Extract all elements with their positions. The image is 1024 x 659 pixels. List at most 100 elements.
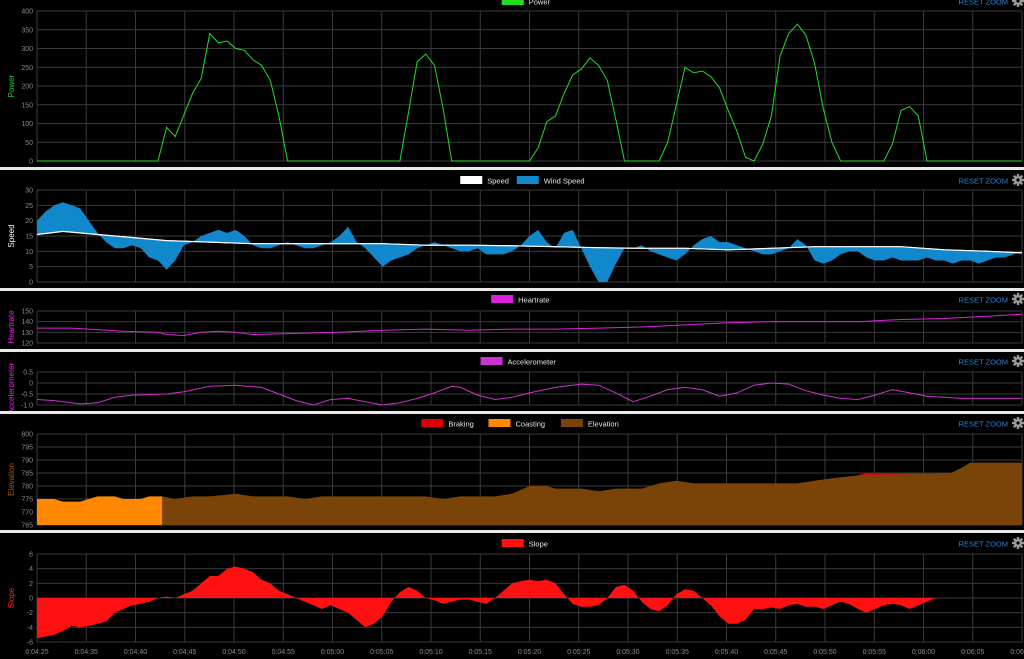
reset-zoom-button[interactable]: RESET ZOOM: [959, 296, 1008, 305]
heartrate-panel: 120 130 140 150 Heartrate Heartrate RESET ZOOM: [7, 293, 1024, 348]
reset-zoom-button[interactable]: RESET ZOOM: [959, 420, 1008, 429]
x-tick-label: 0:05:05: [370, 649, 393, 656]
reset-zoom-button[interactable]: RESET ZOOM: [959, 177, 1008, 186]
accelerometer-panel: -1.0 -0.5 0 0.5 Accelerometer Accelerometer RE…: [7, 355, 1024, 414]
gear-hole: [1016, 178, 1020, 182]
x-tick-label: 0:05:10: [419, 649, 442, 656]
gear-icon[interactable]: [1012, 417, 1024, 429]
y-tick-label: 25: [25, 203, 33, 210]
y-tick-label: -1.0: [21, 403, 33, 410]
y-tick-label: 800: [21, 432, 33, 439]
legend-label-heartrate: Heartrate: [518, 296, 549, 305]
y-tick-label: -2: [27, 610, 33, 617]
reset-zoom-button[interactable]: RESET ZOOM: [959, 358, 1008, 367]
y-tick-label: 400: [21, 9, 33, 16]
x-tick-label: 0:05:00: [321, 649, 344, 656]
gear-hole: [1016, 421, 1020, 425]
y-tick-label: 150: [21, 309, 33, 316]
y-tick-label: 100: [21, 121, 33, 128]
x-axis: 0:04:25 0:04:35 0:04:40 0:04:45 0:04:50 0:04:…: [25, 649, 1024, 656]
x-tick-label: 0:05:50: [813, 649, 836, 656]
gear-hole: [1016, 359, 1020, 363]
legend-label-wind-speed: Wind Speed: [544, 177, 585, 186]
x-tick-label: 0:05:45: [764, 649, 787, 656]
x-tick-label: 0:04:55: [272, 649, 295, 656]
gear-icon[interactable]: [1012, 537, 1024, 549]
x-tick-label: 0:05:25: [567, 649, 590, 656]
y-tick-label: 300: [21, 46, 33, 53]
x-tick-label: 0:05:35: [666, 649, 689, 656]
y-tick-label: -6: [27, 640, 33, 647]
elevation-panel: 765 770 775 780 785 790 795 800 Elevation Braking…: [7, 417, 1024, 530]
y-tick-label: 250: [21, 65, 33, 72]
y-tick-label: 0: [29, 159, 33, 166]
y-tick-label: 0.5: [23, 370, 33, 377]
x-tick-label: 0:04:35: [75, 649, 98, 656]
x-tick-label: 0:05:40: [715, 649, 738, 656]
y-tick-label: -4: [27, 625, 33, 632]
y-axis-title: Heartrate: [7, 310, 16, 344]
y-tick-label: 785: [21, 471, 33, 478]
y-axis-title: Accelerometer: [7, 362, 16, 414]
y-tick-label: 0: [29, 596, 33, 603]
y-tick-label: 30: [25, 188, 33, 195]
y-tick-label: 770: [21, 510, 33, 517]
slope-panel: -6 -4 -2 0 2 4 6 Slope Slope RESET ZOOM: [7, 537, 1024, 647]
legend-label-elevation: Elevation: [588, 420, 619, 429]
panel-divider: [0, 288, 1024, 291]
x-tick-label: 0:05:55: [863, 649, 886, 656]
legend-label-braking: Braking: [448, 420, 473, 429]
y-tick-label: 775: [21, 497, 33, 504]
gear-icon[interactable]: [1012, 0, 1024, 7]
x-tick-label: 0:04:40: [124, 649, 147, 656]
legend-swatch-slope: [501, 539, 524, 547]
legend-label-speed: Speed: [487, 177, 509, 186]
reset-zoom-button[interactable]: RESET ZOOM: [959, 0, 1008, 7]
telemetry-chart-stack: 050100150200250300350400PowerPower RESET …: [7, 0, 1024, 656]
y-tick-label: 15: [25, 234, 33, 241]
x-tick-label: 0:06:10: [1010, 649, 1024, 656]
legend-swatch-accelerometer: [480, 357, 503, 365]
y-tick-label: 780: [21, 484, 33, 491]
x-tick-label: 0:06:05: [961, 649, 984, 656]
gear-icon[interactable]: [1012, 174, 1024, 186]
legend-swatch-heartrate: [491, 295, 514, 303]
y-tick-label: 120: [21, 341, 33, 348]
legend-swatch-coasting: [488, 419, 511, 427]
gear-icon[interactable]: [1012, 293, 1024, 305]
y-tick-label: 20: [25, 218, 33, 225]
y-axis-title: Elevation: [7, 463, 16, 496]
y-tick-label: 130: [21, 330, 33, 337]
y-tick-label: 795: [21, 445, 33, 452]
y-tick-label: -0.5: [21, 392, 33, 399]
power-panel: 0 50 100 150 200 250 300 350 400 Power Power RESET …: [7, 0, 1024, 166]
legend-label-coasting: Coasting: [516, 420, 546, 429]
x-tick-label: 0:04:25: [25, 649, 48, 656]
y-tick-label: 140: [21, 319, 33, 326]
y-tick-label: 150: [21, 102, 33, 109]
legend-swatch-braking: [421, 419, 444, 427]
y-tick-label: 10: [25, 249, 33, 256]
series-area-elevation: [162, 462, 1023, 525]
y-tick-label: 200: [21, 84, 33, 91]
panel-divider: [0, 530, 1024, 533]
y-tick-label: 790: [21, 458, 33, 465]
y-tick-label: 2: [29, 581, 33, 588]
y-tick-label: 0: [29, 381, 33, 388]
x-tick-label: 0:04:45: [173, 649, 196, 656]
y-tick-label: 4: [29, 566, 33, 573]
y-axis-title: Speed: [7, 224, 16, 247]
reset-zoom-button[interactable]: RESET ZOOM: [959, 540, 1008, 549]
legend-swatch-wind-speed: [516, 176, 539, 184]
y-tick-label: 0: [29, 280, 33, 287]
gear-icon[interactable]: [1012, 355, 1024, 367]
gear-hole: [1016, 297, 1020, 301]
legend-label-slope: Slope: [529, 540, 548, 549]
y-axis-title: Slope: [7, 587, 16, 608]
y-tick-label: 350: [21, 27, 33, 34]
panel-divider: [0, 167, 1024, 170]
legend-label-power: Power: [529, 0, 551, 7]
series-area-coasting: [37, 496, 163, 525]
x-tick-label: 0:05:20: [518, 649, 541, 656]
y-axis-title: Power: [7, 74, 16, 97]
